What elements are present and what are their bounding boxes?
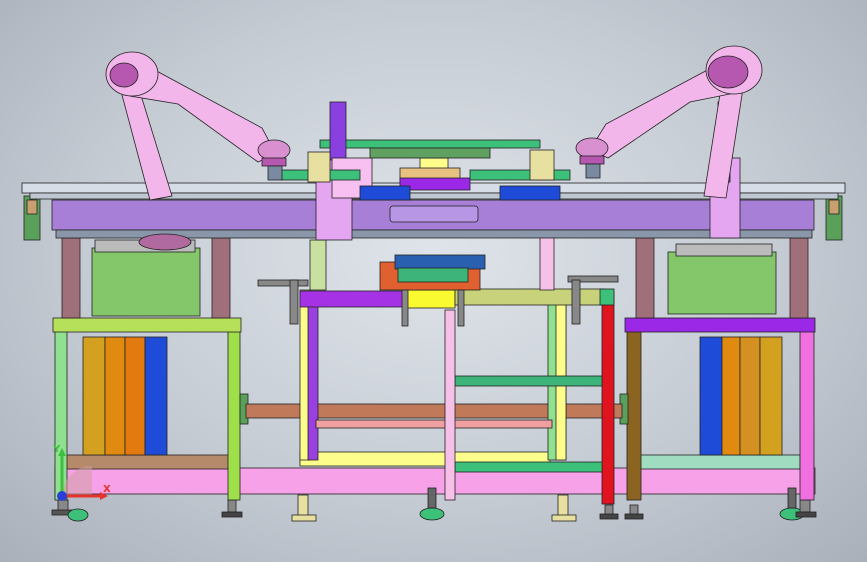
triad-y-label: Y xyxy=(52,444,61,455)
base-center-green xyxy=(454,461,606,473)
right-stand xyxy=(619,195,843,501)
olive-crossbar xyxy=(454,288,606,306)
assembly-model-view[interactable]: X Y xyxy=(0,0,867,562)
cad-viewport[interactable]: X Y xyxy=(0,0,867,562)
magenta-crossbar xyxy=(299,290,409,308)
beam-slot xyxy=(389,205,479,223)
base-rail-top-right xyxy=(639,454,801,470)
red-post xyxy=(601,291,615,505)
triad-x-label: X xyxy=(103,484,111,495)
